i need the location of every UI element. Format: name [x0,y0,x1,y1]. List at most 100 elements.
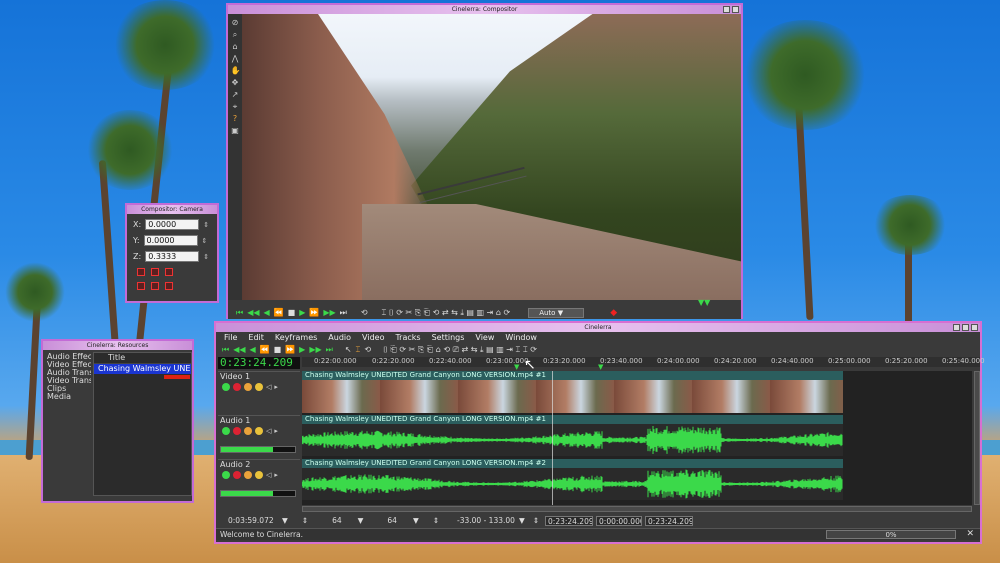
end-icon[interactable]: ⏭ [340,308,347,318]
out-point-marker[interactable]: ▼ [598,363,603,371]
compositor-titlebar[interactable]: Cinelerra: Compositor [228,5,741,14]
audio1-waveform[interactable] [302,424,843,456]
compositor-canvas[interactable] [242,14,741,300]
audio2-waveform[interactable] [302,468,843,500]
fast-reverse-icon[interactable]: ◀◀ [233,345,245,355]
eyedropper-icon[interactable]: ⌖ [231,102,240,111]
spin-icon[interactable]: ⇕ [202,237,208,245]
menu-view[interactable]: View [475,332,494,344]
help-icon[interactable]: ? [231,114,240,123]
play-track-icon[interactable] [222,471,230,479]
justify-right-button[interactable] [165,268,173,276]
reverse-icon[interactable]: ◀ [264,308,270,318]
mute-icon[interactable]: ◁ [266,471,271,479]
menu-keyframes[interactable]: Keyframes [275,332,317,344]
edit-tools-icon[interactable]: ⌷ ⎗ ⟳ ✂ ⎘ ⎗ ⌂ ⟲ ⎚ ⇄ ⇆ ⤓ ▤ ▥ ⇥ ⌶ ⌶ ⟳ [383,345,537,355]
justify-top-button[interactable] [137,282,145,290]
curve-range-value[interactable]: -33.00 - 133.00 [455,516,517,526]
crop-icon[interactable]: ↗ [231,90,240,99]
spin-icon[interactable]: ⇕ [431,516,441,526]
minimize-button[interactable] [723,6,730,13]
zoom-select[interactable]: Auto ▼ [528,308,585,318]
minimize-button[interactable] [953,324,960,331]
mask-icon[interactable]: ⌂ [231,42,240,51]
arrow-tool-icon[interactable]: ↖ [345,345,352,355]
main-titlebar[interactable]: Cinelerra [216,323,980,332]
menu-audio[interactable]: Audio [328,332,351,344]
protect-icon[interactable]: ⊘ [231,18,240,27]
stop-icon[interactable]: ■ [288,308,296,318]
play-icon[interactable]: ▶ [299,308,305,318]
loop-icon[interactable]: ⟲ [361,308,368,318]
record-track-icon[interactable] [233,427,241,435]
resource-asset-item[interactable]: Chasing Walmsley UNEDITED [94,364,191,374]
maximize-button[interactable] [732,6,739,13]
folder-audio-transitions[interactable]: Audio Transitions [47,369,91,377]
spin-icon[interactable]: ⇕ [203,253,209,261]
video-edit-thumbnails[interactable] [302,380,843,413]
selection-length-field[interactable]: 0:00:00.000 [596,515,643,526]
menu-edit[interactable]: Edit [248,332,264,344]
frame-back-icon[interactable]: ⏪ [260,345,270,355]
spin-icon[interactable]: ⇕ [531,516,541,526]
ruler-icon[interactable]: ⋀ [231,54,240,63]
frame-back-icon[interactable]: ⏪ [274,308,284,318]
fast-forward-icon[interactable]: ▶▶ [309,345,321,355]
mute-icon[interactable]: ◁ [266,427,271,435]
play-icon[interactable]: ▶ [299,345,305,355]
frame-forward-icon[interactable]: ⏩ [285,345,295,355]
safe-region-icon[interactable]: ▣ [231,126,240,135]
audio-fader[interactable] [220,490,296,497]
justify-center-button[interactable] [151,268,159,276]
playhead-line[interactable] [552,371,553,505]
track-name[interactable]: Audio 1 [218,416,300,426]
stop-icon[interactable]: ■ [274,345,282,355]
folder-media[interactable]: Media [47,393,91,401]
close-icon[interactable]: ✕ [966,529,974,540]
justify-left-button[interactable] [137,268,145,276]
expand-icon[interactable]: ▸ [274,383,278,391]
maximize-button[interactable] [962,324,969,331]
loop-icon[interactable]: ⟲ [364,345,371,355]
horizontal-scrollbar[interactable] [302,506,972,512]
fast-reverse-icon[interactable]: ◀◀ [247,308,259,318]
menu-file[interactable]: File [224,332,237,344]
in-point-marker[interactable]: ▼ [514,363,519,371]
menu-window[interactable]: Window [505,332,537,344]
menu-video[interactable]: Video [362,332,384,344]
menu-settings[interactable]: Settings [432,332,465,344]
projector-icon[interactable]: ✥ [231,78,240,87]
chevron-down-icon[interactable]: ▼ [411,516,421,526]
menu-tracks[interactable]: Tracks [395,332,420,344]
rewind-start-icon[interactable]: ⏮ [222,345,229,355]
gang-icon[interactable] [244,383,252,391]
camera-icon[interactable]: ✋ [231,66,241,75]
justify-middle-button[interactable] [151,282,159,290]
spin-icon[interactable]: ⇕ [300,516,310,526]
camera-y-input[interactable] [143,235,198,246]
mute-icon[interactable]: ◁ [266,383,271,391]
camera-z-input[interactable] [145,251,200,262]
timebar[interactable]: 0:22:00.000 0:22:20.000 0:22:40.000 0:23… [302,357,985,371]
edit-tools-icon[interactable]: ⌶ ⌷ ⟳ ✂ ⎘ ⎗ ⟲ ⇄ ⇆ ⤓ ▤ ▥ ⇥ ⌂ ⟳ [382,308,511,318]
play-track-icon[interactable] [222,383,230,391]
chevron-down-icon[interactable]: ▼ [517,516,527,526]
track-zoom-value[interactable]: 64 [385,516,399,526]
draw-icon[interactable] [255,383,263,391]
chevron-down-icon[interactable]: ▼ [280,516,290,526]
track-name[interactable]: Video 1 [218,372,300,382]
end-icon[interactable]: ⏭ [326,345,333,355]
track-name[interactable]: Audio 2 [218,460,300,470]
rewind-start-icon[interactable]: ⏮ [236,308,243,318]
sample-zoom-value[interactable]: 0:03:59.072 [226,516,280,526]
resource-list-header[interactable]: Title [94,353,191,364]
gang-icon[interactable] [244,427,252,435]
spin-icon[interactable]: ⇕ [203,221,209,229]
fast-forward-icon[interactable]: ▶▶ [323,308,335,318]
zoom-icon[interactable]: ⌕ [231,30,240,39]
close-button[interactable] [971,324,978,331]
chevron-down-icon[interactable]: ▼ [356,516,366,526]
ibeam-tool-icon[interactable]: ⌶ [356,345,361,355]
selection-start-field[interactable]: 0:23:24.209 [545,515,594,526]
camera-titlebar[interactable]: Compositor: Camera [127,205,217,214]
